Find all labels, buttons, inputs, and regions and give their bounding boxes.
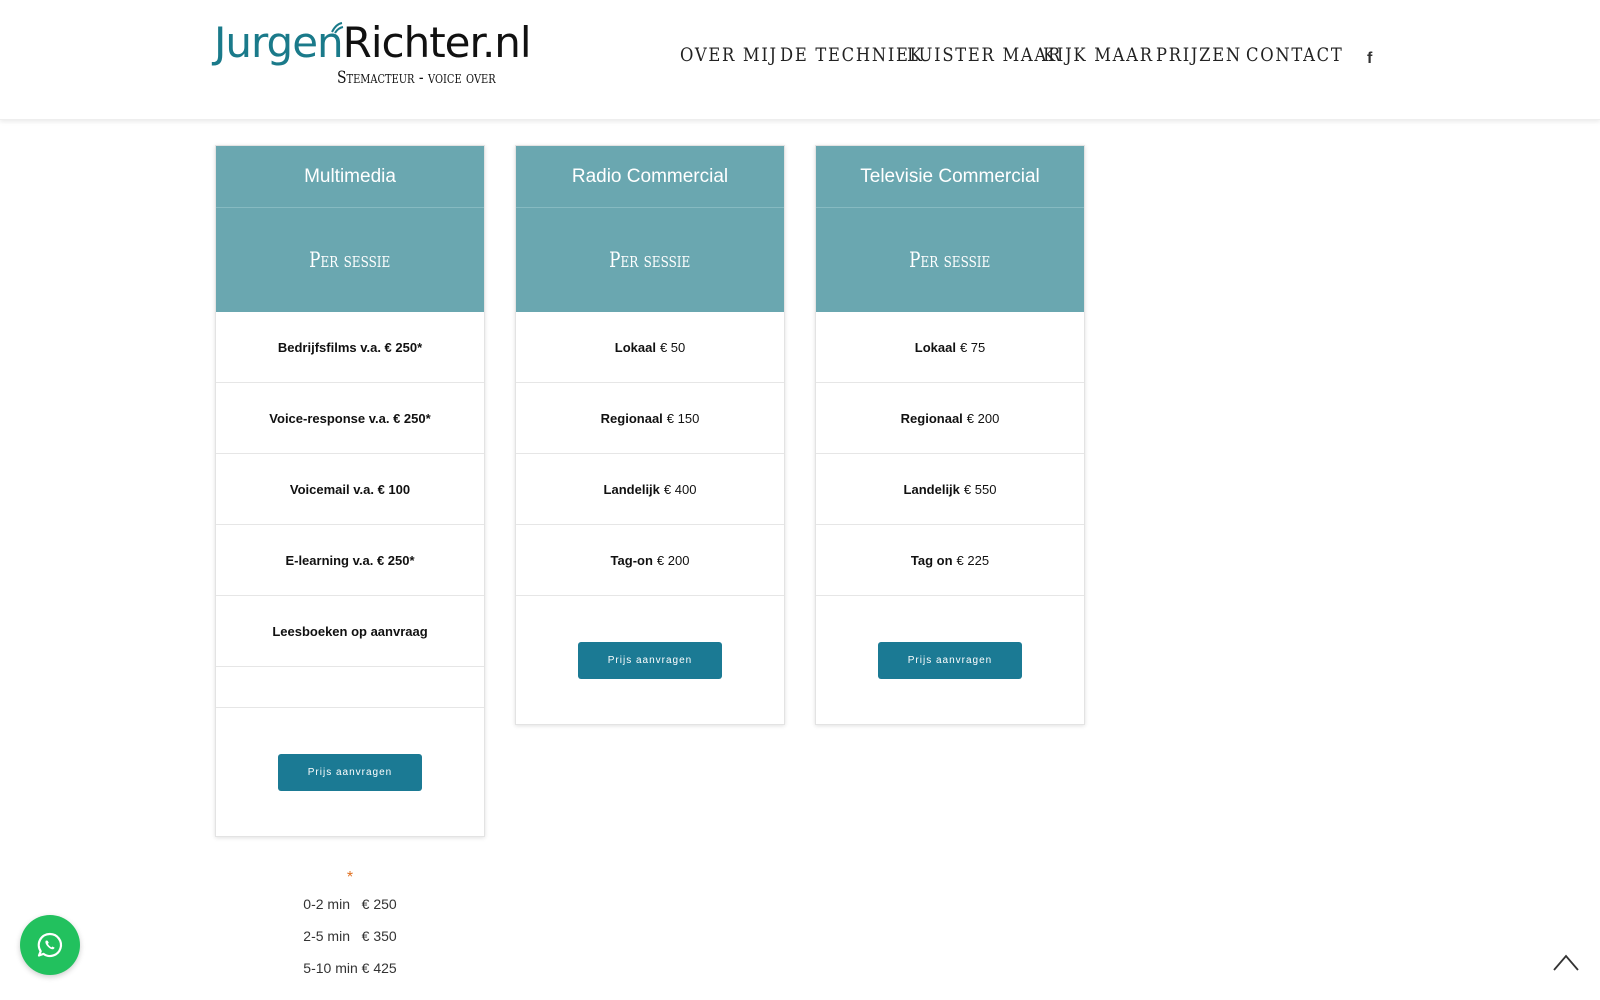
price-row: Leesboeken op aanvraag: [216, 596, 484, 667]
card-title: Radio Commercial: [516, 146, 784, 208]
price-row-value: € 50: [659, 339, 686, 355]
nav-item-de-techniek[interactable]: DE TECHNIEK: [780, 44, 922, 66]
price-row-label: Regionaal: [600, 410, 663, 426]
price-row: Landelijk € 400: [516, 454, 784, 525]
price-row-label: Tag on: [910, 552, 953, 568]
card-subtitle: Per sessie: [216, 208, 484, 312]
price-row-label: E-learning v.a. € 250*: [285, 552, 415, 568]
site-header: JurgenRichter.nl Stemacteur - voice over…: [0, 0, 1600, 120]
price-row-value: € 150: [666, 410, 700, 426]
logo-last-name: Richter.nl: [342, 18, 532, 67]
price-row-value: € 200: [966, 410, 1000, 426]
card-title: Multimedia: [216, 146, 484, 208]
price-row-label: Voice-response v.a. € 250*: [269, 410, 431, 426]
price-row: Tag on € 225: [816, 525, 1084, 596]
price-row: Voice-response v.a. € 250*: [216, 383, 484, 454]
logo-tagline: Stemacteur - voice over: [337, 68, 496, 88]
card-title: Televisie Commercial: [816, 146, 1084, 208]
price-row-label: Lokaal: [914, 339, 956, 355]
pricing-card-multimedia: Multimedia Per sessie Bedrijfsfilms v.a.…: [215, 145, 485, 837]
price-row-label: Voicemail v.a. € 100: [289, 481, 411, 497]
price-row-value: € 75: [959, 339, 986, 355]
site-logo[interactable]: JurgenRichter.nl Stemacteur - voice over: [214, 18, 532, 88]
footnote-line: 0-2 min € 250: [303, 896, 397, 912]
price-row-label: Landelijk: [603, 481, 660, 497]
price-row-value: € 400: [663, 481, 697, 497]
nav-item-prijzen[interactable]: PRIJZEN: [1156, 44, 1240, 66]
price-row: Bedrijfsfilms v.a. € 250*: [216, 312, 484, 383]
price-row-label: Landelijk: [903, 481, 960, 497]
price-row-label: Bedrijfsfilms v.a. € 250*: [277, 339, 423, 355]
microphone-wave-icon: [331, 22, 344, 34]
nav-item-over-mij[interactable]: OVER MIJ: [680, 44, 776, 66]
footnote-marker: *: [346, 869, 354, 886]
price-row-label: Tag-on: [610, 552, 653, 568]
pricing-card-radio-commercial: Radio Commercial Per sessie Lokaal € 50 R…: [515, 145, 785, 725]
price-row-value: € 225: [956, 552, 990, 568]
footnote-line: 2-5 min € 350: [303, 928, 397, 944]
request-price-button[interactable]: Prijs aanvragen: [578, 641, 722, 679]
price-row-label: Regionaal: [900, 410, 963, 426]
price-footnote: * 0-2 min € 250 2-5 min € 350 5-10 min €…: [215, 868, 485, 984]
card-subtitle: Per sessie: [816, 208, 1084, 312]
price-row-label: Leesboeken op aanvraag: [272, 623, 428, 639]
price-row: Lokaal € 50: [516, 312, 784, 383]
button-area: Prijs aanvragen: [816, 596, 1084, 724]
price-row: Regionaal € 150: [516, 383, 784, 454]
price-row-value: € 550: [963, 481, 997, 497]
nav-item-contact[interactable]: CONTACT: [1246, 44, 1342, 66]
nav-item-kijk-maar[interactable]: KIJK MAAR: [1043, 44, 1152, 66]
pricing-card-televisie-commercial: Televisie Commercial Per sessie Lokaal € …: [815, 145, 1085, 725]
price-row: Regionaal € 200: [816, 383, 1084, 454]
price-row: Lokaal € 75: [816, 312, 1084, 383]
price-row: Landelijk € 550: [816, 454, 1084, 525]
empty-row: [216, 667, 484, 708]
card-subtitle-text: Per sessie: [909, 248, 991, 272]
card-subtitle-text: Per sessie: [309, 248, 391, 272]
button-area: Prijs aanvragen: [516, 596, 784, 724]
card-subtitle-text: Per sessie: [609, 248, 691, 272]
logo-wordmark: JurgenRichter.nl: [214, 18, 532, 68]
main-navigation: OVER MIJ DE TECHNIEK LUISTER MAAR KIJK M…: [680, 44, 1344, 66]
price-row: Voicemail v.a. € 100: [216, 454, 484, 525]
price-row-label: Lokaal: [614, 339, 656, 355]
card-subtitle: Per sessie: [516, 208, 784, 312]
facebook-icon[interactable]: f: [1367, 50, 1372, 68]
chevron-up-icon[interactable]: [1552, 952, 1580, 972]
button-area: Prijs aanvragen: [216, 708, 484, 836]
price-row: E-learning v.a. € 250*: [216, 525, 484, 596]
request-price-button[interactable]: Prijs aanvragen: [278, 753, 422, 791]
logo-first-name: Jurgen: [214, 18, 344, 67]
footnote-line: 5-10 min € 425: [303, 960, 397, 976]
request-price-button[interactable]: Prijs aanvragen: [878, 641, 1022, 679]
whatsapp-icon: [37, 932, 63, 958]
nav-item-luister-maar[interactable]: LUISTER MAAR: [907, 44, 1060, 66]
price-row-value: € 200: [656, 552, 690, 568]
whatsapp-button[interactable]: [20, 915, 80, 975]
price-row: Tag-on € 200: [516, 525, 784, 596]
